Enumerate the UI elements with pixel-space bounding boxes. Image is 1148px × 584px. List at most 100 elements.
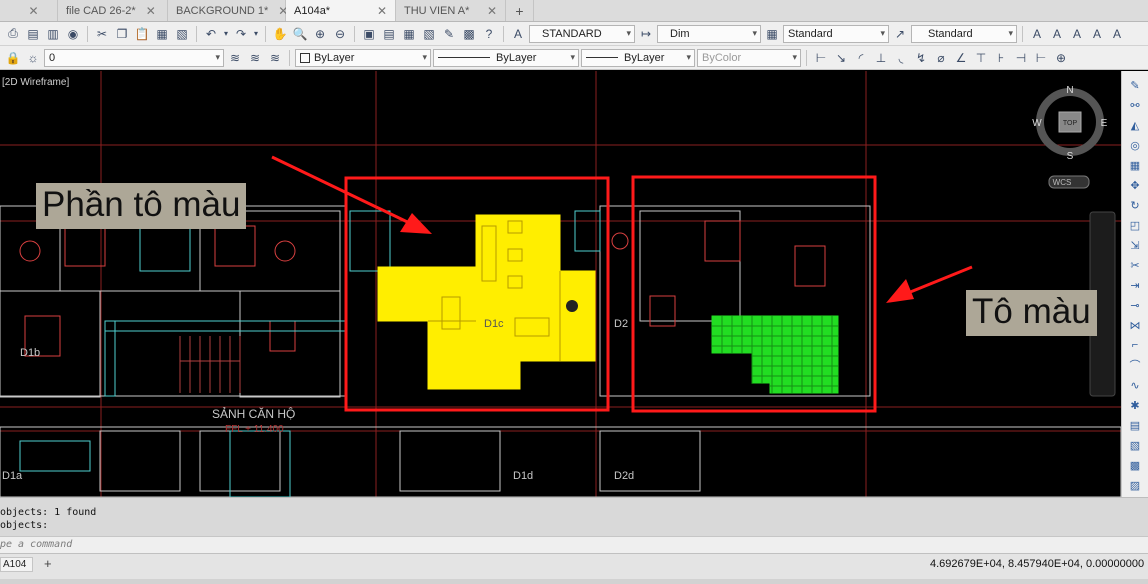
paste-icon[interactable]: 📋 (133, 25, 151, 43)
jogged-dim-icon[interactable]: ↯ (912, 49, 930, 67)
close-icon[interactable]: ✕ (377, 4, 387, 18)
multileader-style-select[interactable]: Standard ▾ (911, 24, 1017, 43)
command-input[interactable]: pe a command (0, 536, 1148, 553)
linetype-select[interactable]: ByLayer ▾ (433, 48, 579, 67)
copy-icon[interactable]: ❐ (113, 25, 131, 43)
radius-dim-icon[interactable]: ◟ (892, 49, 910, 67)
pan-icon[interactable]: ✋ (271, 25, 289, 43)
plot-style-select[interactable]: ByColor ▾ (697, 48, 801, 67)
tab-background[interactable]: BACKGROUND 1* ✕ (168, 0, 288, 21)
ungroup-icon[interactable]: ▨ (1127, 477, 1143, 493)
print-preview-icon[interactable]: ▤ (24, 25, 42, 43)
zoom-realtime-icon[interactable]: 🔍 (291, 25, 309, 43)
text-icon[interactable]: A (1028, 25, 1046, 43)
text-scale-icon[interactable]: A (1068, 25, 1086, 43)
multileader-style-icon[interactable]: ↗ (891, 25, 909, 43)
plot-icon[interactable]: ▥ (44, 25, 62, 43)
viewcube-north[interactable]: N (1066, 85, 1073, 96)
properties-icon[interactable]: ▣ (360, 25, 378, 43)
text-style-select[interactable]: STANDARD ▾ (529, 24, 635, 43)
block-editor-icon[interactable]: ▧ (173, 25, 191, 43)
cut-icon[interactable]: ✂ (93, 25, 111, 43)
erase-icon[interactable]: ✎ (1127, 77, 1143, 93)
baseline-dim-icon[interactable]: ⊦ (992, 49, 1010, 67)
layer-color-icon[interactable]: ☼ (24, 49, 42, 67)
viewcube-west[interactable]: W (1032, 118, 1042, 129)
close-icon[interactable]: ✕ (487, 4, 497, 18)
offset-icon[interactable]: ◎ (1127, 137, 1143, 153)
table-style-select[interactable]: Standard ▾ (783, 24, 889, 43)
markup-icon[interactable]: ✎ (440, 25, 458, 43)
trim-icon[interactable]: ✂ (1127, 257, 1143, 273)
find-text-icon[interactable]: A (1088, 25, 1106, 43)
fillet-icon[interactable]: ⌒ (1127, 357, 1143, 373)
sheet-set-icon[interactable]: ▧ (420, 25, 438, 43)
chamfer-icon[interactable]: ⌐ (1127, 337, 1143, 353)
stretch-icon[interactable]: ⇲ (1127, 237, 1143, 253)
print-icon[interactable]: ⎙ (4, 25, 22, 43)
tool-palettes-icon[interactable]: ▦ (400, 25, 418, 43)
close-icon[interactable]: ✕ (146, 4, 156, 18)
drawing-viewport[interactable]: D1b D1c D2 D1a D1d D2d SẢNH CĂN HỘ FFL +… (0, 71, 1121, 497)
dim-style-select[interactable]: Dim ▾ (657, 24, 761, 43)
viewcube-south[interactable]: S (1067, 151, 1074, 162)
move-icon[interactable]: ✥ (1127, 177, 1143, 193)
draw-order-icon[interactable]: ▧ (1127, 437, 1143, 453)
ordinate-dim-icon[interactable]: ⊥ (872, 49, 890, 67)
quickcalc-icon[interactable]: ▩ (460, 25, 478, 43)
arc-length-icon[interactable]: ◜ (852, 49, 870, 67)
layer-tool-icon[interactable]: ▤ (1127, 417, 1143, 433)
extend-icon[interactable]: ⇥ (1127, 277, 1143, 293)
scale-icon[interactable]: ◰ (1127, 217, 1143, 233)
match-properties-icon[interactable]: ▦ (153, 25, 171, 43)
dim-style-icon[interactable]: ↦ (637, 25, 655, 43)
array-icon[interactable]: ▦ (1127, 157, 1143, 173)
tab-file-cad[interactable]: file CAD 26-2* ✕ (58, 0, 168, 21)
viewcube-top-label[interactable]: TOP (1063, 120, 1078, 127)
layer-select[interactable]: 0 ▾ (44, 48, 224, 67)
close-icon[interactable]: ✕ (28, 4, 38, 18)
dim-space-icon[interactable]: ⊢ (1032, 49, 1050, 67)
copy-object-icon[interactable]: ⚯ (1127, 97, 1143, 113)
explode-icon[interactable]: ✱ (1127, 397, 1143, 413)
tab-close-left[interactable]: ✕ (0, 0, 58, 21)
layer-states-icon[interactable]: ≋ (266, 49, 284, 67)
table-style-icon[interactable]: ▦ (763, 25, 781, 43)
text-edit-icon[interactable]: A (1048, 25, 1066, 43)
layout-tab[interactable]: A104 (0, 557, 34, 572)
diameter-dim-icon[interactable]: ⌀ (932, 49, 950, 67)
undo-icon[interactable]: ↶ (202, 25, 220, 43)
add-layout-button[interactable]: + (44, 556, 52, 571)
viewport-visual-style[interactable]: [2D Wireframe] (2, 77, 69, 88)
text-style-icon[interactable]: A (509, 25, 527, 43)
new-tab-button[interactable]: + (506, 0, 534, 21)
publish-icon[interactable]: ◉ (64, 25, 82, 43)
angular-dim-icon[interactable]: ∠ (952, 49, 970, 67)
viewcube[interactable]: TOP N S E W WCS (1032, 85, 1108, 189)
redo-icon[interactable]: ↷ (232, 25, 250, 43)
mirror-icon[interactable]: ◭ (1127, 117, 1143, 133)
group-icon[interactable]: ▩ (1127, 457, 1143, 473)
rotate-icon[interactable]: ↻ (1127, 197, 1143, 213)
color-select[interactable]: ByLayer ▾ (295, 48, 431, 67)
tab-a104a[interactable]: A104a* ✕ (286, 0, 396, 21)
zoom-window-icon[interactable]: ⊕ (311, 25, 329, 43)
aligned-dim-icon[interactable]: ↘ (832, 49, 850, 67)
quick-dim-icon[interactable]: ⊤ (972, 49, 990, 67)
zoom-previous-icon[interactable]: ⊖ (331, 25, 349, 43)
viewcube-east[interactable]: E (1101, 118, 1108, 129)
tab-thu-vien[interactable]: THU VIEN A* ✕ (396, 0, 506, 21)
lineweight-select[interactable]: ByLayer ▾ (581, 48, 695, 67)
design-center-icon[interactable]: ▤ (380, 25, 398, 43)
layer-lock-icon[interactable]: 🔒 (4, 49, 22, 67)
ucs-label[interactable]: WCS (1053, 178, 1072, 187)
help-icon[interactable]: ? (480, 25, 498, 43)
center-mark-icon[interactable]: ⊕ (1052, 49, 1070, 67)
continue-dim-icon[interactable]: ⊣ (1012, 49, 1030, 67)
make-current-icon[interactable]: ≋ (226, 49, 244, 67)
blend-icon[interactable]: ∿ (1127, 377, 1143, 393)
undo-dropdown-icon[interactable]: ▾ (222, 25, 230, 43)
join-icon[interactable]: ⋈ (1127, 317, 1143, 333)
layer-previous-icon[interactable]: ≋ (246, 49, 264, 67)
break-icon[interactable]: ⊸ (1127, 297, 1143, 313)
